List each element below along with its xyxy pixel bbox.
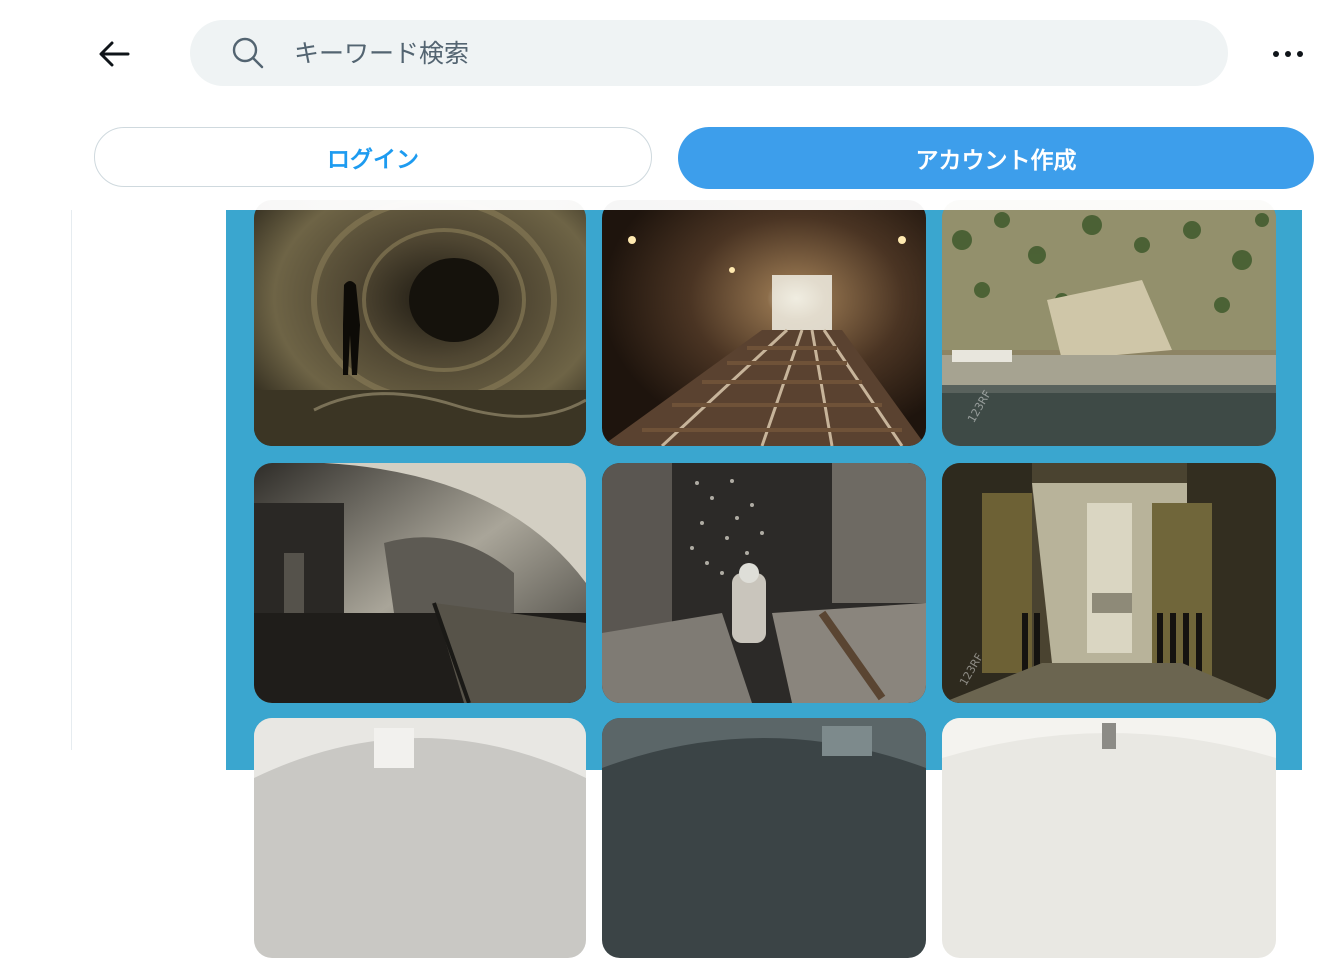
more-dot-icon [1297, 51, 1303, 57]
photo-submarine-base-canal[interactable] [254, 463, 586, 703]
photo-bunker-blast-door[interactable]: 123RF [942, 463, 1276, 703]
search-input[interactable] [292, 37, 1146, 69]
photo-soldier-in-trench[interactable] [602, 463, 926, 703]
search-bar[interactable] [190, 20, 1228, 86]
photo-metro-tunnel-tracks[interactable] [602, 200, 926, 446]
top-header: ログイン アカウント作成 [0, 0, 1334, 210]
photo-partial-2[interactable] [602, 718, 926, 958]
photo-partial-1[interactable] [254, 718, 586, 958]
back-button[interactable] [96, 36, 132, 72]
photo-round-tunnel-person[interactable] [254, 200, 586, 446]
media-grid: 123RF 123RF [226, 200, 1302, 958]
more-dot-icon [1285, 51, 1291, 57]
photo-cliff-bunker-entrance[interactable]: 123RF [942, 200, 1276, 446]
more-dot-icon [1273, 51, 1279, 57]
column-divider [71, 210, 72, 750]
photo-partial-3[interactable] [942, 718, 1276, 958]
search-icon [230, 35, 266, 71]
login-button[interactable]: ログイン [94, 127, 652, 187]
create-account-button[interactable]: アカウント作成 [678, 127, 1314, 189]
back-arrow-icon [99, 41, 130, 67]
more-options-button[interactable] [1268, 36, 1308, 72]
